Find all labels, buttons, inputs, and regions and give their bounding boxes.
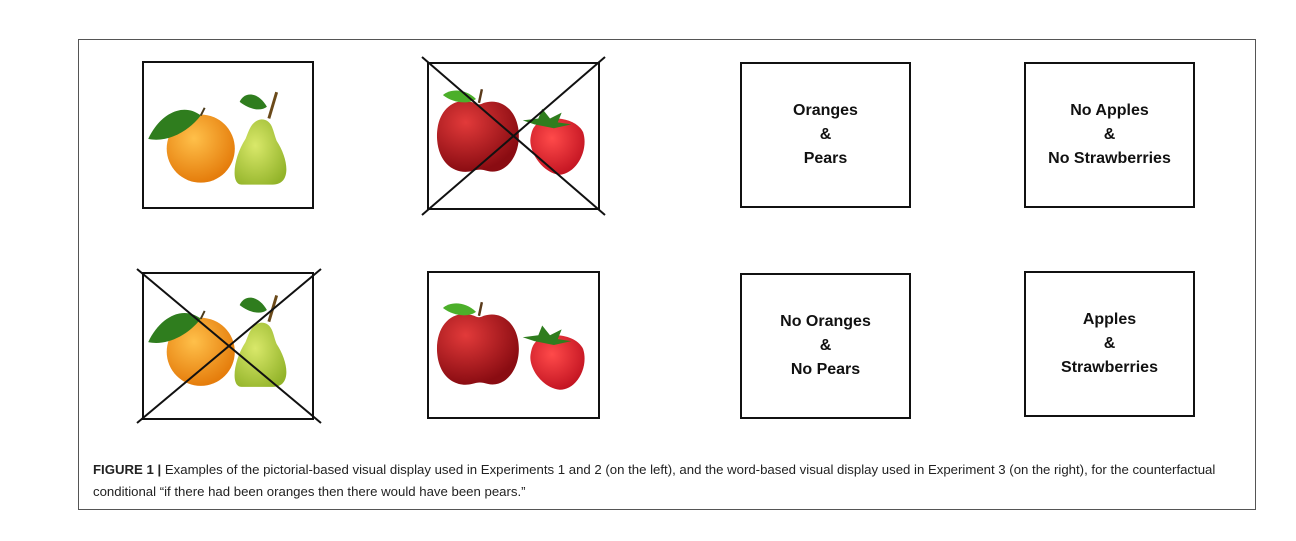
word-line: Strawberries xyxy=(1061,359,1158,376)
display-oranges-pears-crossed xyxy=(136,268,322,424)
orange-pear-illustration xyxy=(148,91,287,185)
caption-text: Examples of the pictorial-based visual d… xyxy=(93,462,1216,499)
word-line: No Oranges xyxy=(780,313,871,330)
display-words-no-oranges-no-pears: No Oranges & No Pears xyxy=(740,273,911,419)
word-line: & xyxy=(819,337,832,354)
word-line: & xyxy=(1103,126,1116,143)
word-line: No Strawberries xyxy=(1048,150,1171,167)
figure-label: FIGURE 1 | xyxy=(93,462,162,477)
figure-caption: FIGURE 1 | Examples of the pictorial-bas… xyxy=(93,459,1243,503)
word-line: & xyxy=(819,126,832,143)
display-apples-strawberries xyxy=(427,271,600,419)
display-words-no-apples-no-strawberries: No Apples & No Strawberries xyxy=(1024,62,1195,208)
word-line: Apples xyxy=(1082,311,1137,328)
display-words-oranges-pears: Oranges & Pears xyxy=(740,62,911,208)
word-line: Pears xyxy=(803,150,848,167)
display-words-apples-strawberries: Apples & Strawberries xyxy=(1024,271,1195,417)
word-line: No Apples xyxy=(1070,102,1149,119)
word-line: & xyxy=(1103,335,1116,352)
display-oranges-pears xyxy=(142,61,314,209)
word-line: No Pears xyxy=(790,361,861,378)
display-apples-strawberries-crossed xyxy=(421,56,606,216)
word-line: Oranges xyxy=(793,102,858,119)
apple-strawberry-illustration xyxy=(436,89,585,175)
orange-pear-illustration xyxy=(148,294,287,387)
apple-strawberry-illustration xyxy=(436,301,585,390)
